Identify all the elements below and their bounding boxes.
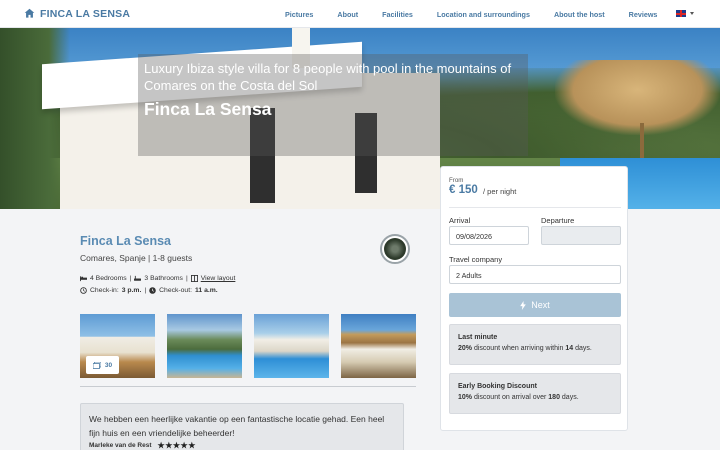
top-navbar: FINCA LA SENSA Pictures About Facilities…: [0, 0, 720, 28]
nav-about[interactable]: About: [337, 10, 358, 19]
promo-mid: discount on arrival over: [472, 394, 549, 401]
next-label: Next: [531, 300, 550, 310]
nav-pictures[interactable]: Pictures: [285, 10, 313, 19]
review-author: Marleke van de Rest: [89, 442, 152, 449]
images-icon: [92, 361, 101, 369]
language-selector[interactable]: [676, 10, 694, 17]
host-logo: [380, 234, 410, 264]
listing-location: Comares, Spanje | 1-8 guests: [80, 253, 193, 263]
hero-title: Finca La Sensa: [144, 99, 272, 119]
promo-mid: discount when arriving within: [472, 345, 566, 352]
checkout-label: Check-out:: [159, 287, 192, 294]
promo-title: Last minute: [458, 334, 498, 341]
clock-icon: [80, 287, 87, 294]
departure-label: Departure: [541, 216, 575, 225]
promo-end: days.: [573, 345, 592, 352]
promo-text: 10% discount on arrival over 180 days.: [458, 394, 612, 401]
hero-umbrella: [555, 60, 720, 135]
travel-company-select[interactable]: 2 Adults: [449, 265, 621, 284]
price-per-night: / per night: [483, 187, 517, 196]
price-from-label: From: [449, 177, 464, 184]
listing-title: Finca La Sensa: [80, 234, 172, 248]
promo-end: days.: [559, 394, 579, 401]
view-layout-link[interactable]: View layout: [201, 275, 236, 282]
next-button[interactable]: Next: [449, 293, 621, 317]
bathrooms-count: 3 Bathrooms: [144, 275, 183, 282]
bed-icon: [80, 276, 87, 282]
nav-links: Pictures About Facilities Location and s…: [285, 0, 681, 28]
arrival-date-input[interactable]: 09/08/2026: [449, 226, 529, 245]
photo-count-button[interactable]: 30: [86, 356, 119, 374]
logo-emblem: [384, 238, 406, 260]
checkin-time: 3 p.m.: [121, 287, 142, 294]
promo-days: 180: [548, 394, 560, 401]
promo-percent: 20%: [458, 345, 473, 352]
promo-text: 20% discount when arriving within 14 day…: [458, 345, 612, 352]
section-divider: [80, 386, 416, 387]
check-times: Check-in: 3 p.m. | Check-out: 11 a.m.: [80, 287, 218, 294]
promo-percent: 10%: [458, 394, 473, 401]
gallery-photo[interactable]: [167, 314, 242, 378]
booking-divider: [449, 207, 621, 208]
separator: |: [185, 275, 188, 282]
bedrooms-count: 4 Bedrooms: [90, 275, 127, 282]
clock-filled-icon: [149, 287, 156, 294]
checkout-time: 11 a.m.: [195, 287, 218, 294]
caret-down-icon: [690, 12, 694, 15]
promo-early-booking: Early Booking Discount 10% discount on a…: [449, 373, 621, 414]
promo-title: Early Booking Discount: [458, 383, 537, 390]
nav-facilities[interactable]: Facilities: [382, 10, 413, 19]
nav-location[interactable]: Location and surroundings: [437, 10, 530, 19]
separator: |: [129, 275, 132, 282]
gallery-photo[interactable]: [254, 314, 329, 378]
brand-name: FINCA LA SENSA: [40, 7, 131, 20]
bath-icon: [134, 275, 142, 281]
hero-subtitle: Luxury Ibiza style villa for 8 people wi…: [144, 61, 512, 93]
checkin-label: Check-in:: [90, 287, 119, 294]
room-facts: 4 Bedrooms | 3 Bathrooms | View layout: [80, 275, 235, 282]
promo-last-minute: Last minute 20% discount when arriving w…: [449, 324, 621, 365]
review-card: We hebben een heerlijke vakantie op een …: [80, 403, 404, 450]
price-value: € 150: [449, 184, 478, 196]
arrival-label: Arrival: [449, 216, 471, 225]
nav-about-host[interactable]: About the host: [554, 10, 605, 19]
star-rating-icon: ★★★★★: [157, 441, 196, 450]
photo-count: 30: [104, 361, 113, 369]
departure-date-input[interactable]: [541, 226, 621, 245]
bolt-icon: [520, 300, 527, 310]
booking-card: From € 150 / per night Arrival 09/08/202…: [440, 166, 628, 431]
uk-flag-icon: [676, 10, 686, 17]
review-text: We hebben een heerlijke vakantie op een …: [89, 414, 385, 438]
brand-link[interactable]: FINCA LA SENSA: [24, 8, 130, 20]
separator: |: [144, 287, 147, 294]
layout-icon: [190, 275, 198, 282]
nav-reviews[interactable]: Reviews: [629, 10, 658, 19]
home-icon: [24, 8, 35, 18]
travel-company-label: Travel company: [449, 255, 503, 264]
gallery-photo[interactable]: [341, 314, 416, 378]
review-author-row: Marleke van de Rest ★★★★★: [89, 441, 395, 450]
